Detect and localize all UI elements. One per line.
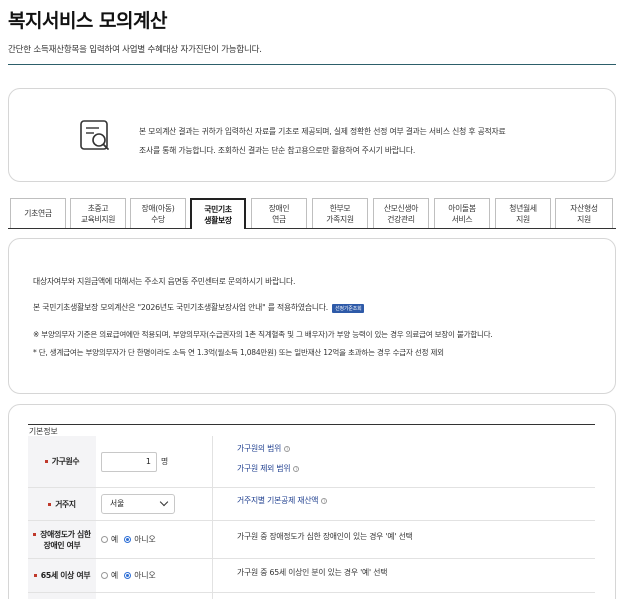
info-line-2-text: 본 국민기초생활보장 모의계산은 "2026년도 국민기초생활보장사업 안내" … [33,303,329,312]
household-scope-text: 가구원의 범위 [237,444,282,453]
tab-label: 지원 [577,214,591,224]
notice-box: 본 모의계산 결과는 귀하가 입력하신 자료를 기초로 제공되며, 실제 정확한… [8,88,616,182]
household-scope-link[interactable]: 가구원의 범위? [237,443,595,454]
tab-label: 지원 [516,214,530,224]
senior-help: 가구원 중 65세 이상인 분이 있는 경우 '예' 선택 [212,559,595,592]
household-size-label-text: 가구원수 [51,457,80,466]
senior-label: 65세 이상 여부 [28,559,96,592]
service-tabs: 기초연금 초중고 교육비지원 장애(아동) 수당 국민기초 생활보장 장애인 연금 한부… [10,198,613,229]
tab-disability-pension[interactable]: 장애인 연금 [251,198,307,228]
senior-label-text: 65세 이상 여부 [40,571,91,580]
household-size-label: 가구원수 [28,436,96,487]
tab-label: 교육비지원 [80,214,116,224]
help-icon: ? [284,446,291,452]
severe-disability-label-line2: 장애인 여부 [43,540,81,550]
notice-line-1: 본 모의계산 결과는 귀하가 입력하신 자료를 기초로 제공되며, 실제 정확한… [139,127,506,136]
tab-label: 산모신생아 [383,203,419,213]
severe-disability-yes-radio[interactable] [101,536,108,543]
household-exclusion-text: 가구원 제외 범위 [237,464,291,473]
row-household-size: 가구원수 1 명 가구원의 범위? 가구원 제외 범위? [28,436,595,488]
tab-label: 기초연금 [24,209,52,218]
senior-yes-radio[interactable] [101,572,108,579]
tab-label: 자산형성 [570,203,598,213]
senior-yes-label[interactable]: 예 [111,570,118,581]
tab-label: 서비스 [451,214,473,224]
info-line-3: ※ 부양의무자 기준은 의료급여에만 적용되며, 부양의무자(수급권자의 1촌 … [33,330,493,339]
residence-select[interactable]: 서울 [101,494,175,514]
tab-basic-pension[interactable]: 기초연금 [10,198,66,228]
chevron-down-icon [159,497,169,507]
tab-child-care[interactable]: 아이돌봄 서비스 [434,198,490,228]
tab-label: 장애(아동) [141,203,175,213]
page-title: 복지서비스 모의계산 [8,10,167,32]
tab-youth-rent[interactable]: 청년월세 지원 [495,198,551,228]
tab-label: 수당 [151,214,165,224]
severe-disability-label-line1: 장애정도가 심한 [40,529,91,539]
required-bullet [48,502,52,506]
row-residence: 거주지 서울 거주지별 기본공제 재산액? [28,488,595,521]
residence-label-text: 거주지 [55,499,76,509]
household-exclusion-link[interactable]: 가구원 제외 범위? [237,463,595,474]
household-help: 가구원의 범위? 가구원 제외 범위? [212,436,595,487]
senior-no-radio[interactable] [124,572,132,579]
residence-deduction-link[interactable]: 거주지별 기본공제 재산액? [237,495,595,506]
household-size-cell: 1 명 [96,436,212,487]
residence-deduction-text: 거주지별 기본공제 재산액 [237,496,319,505]
household-size-unit: 명 [161,457,169,466]
help-icon: ? [293,466,300,472]
tab-single-parent[interactable]: 한부모 가족지원 [312,198,368,228]
senior-no-label[interactable]: 아니오 [134,570,156,581]
title-divider [8,64,616,65]
tab-label: 아이돌봄 [448,203,476,213]
required-bullet [44,460,48,463]
severe-disability-yes-label[interactable]: 예 [111,534,118,545]
severe-disability-no-radio[interactable] [124,536,132,543]
residence-cell: 서울 [96,488,212,520]
required-bullet [33,574,37,577]
row-senior: 65세 이상 여부 예 아니오 가구원 중 65세 이상인 분이 있는 경우 '… [28,559,595,593]
household-size-input[interactable]: 1 [101,451,157,472]
tab-label: 초중고 [87,203,109,213]
tab-label: 건강관리 [387,214,415,224]
info-line-4: * 단, 생계급여는 부양의무자가 단 한명이라도 소득 연 1.3억(월소득 … [33,348,444,357]
page-description: 간단한 소득재산항목을 입력하여 사업별 수혜대상 자가진단이 가능합니다. [8,45,262,55]
severe-disability-label: 장애정도가 심한 장애인 여부 [28,521,96,558]
criteria-lookup-button[interactable]: 선정기준조회 [332,303,365,313]
tab-asset-building[interactable]: 자산형성 지원 [555,198,613,228]
tab-label: 생활보장 [204,215,232,225]
severe-disability-help: 가구원 중 장애정도가 심한 장애인이 있는 경우 '예' 선택 [212,521,595,558]
residence-help: 거주지별 기본공제 재산액? [212,488,595,520]
row-next [28,593,595,599]
senior-cell: 예 아니오 [96,559,212,592]
severe-disability-cell: 예 아니오 [96,521,212,558]
section-divider [28,424,595,425]
residence-label: 거주지 [28,488,96,520]
row-severe-disability: 장애정도가 심한 장애인 여부 예 아니오 가구원 중 장애정도가 심한 장애인이… [28,521,595,559]
required-bullet [33,533,37,536]
info-line-1: 대상자여부와 지원금액에 대해서는 주소지 읍면동 주민센터로 문의하시기 바랍… [33,277,296,286]
severe-disability-radio-group: 예 아니오 [101,534,162,545]
notice-line-2: 조사를 통해 가능합니다. 조회하신 결과는 단순 참고용으로만 활용하여 주시… [139,146,416,155]
next-row-help [212,593,595,599]
tab-basic-livelihood[interactable]: 국민기초 생활보장 [190,198,246,229]
tab-maternal-newborn[interactable]: 산모신생아 건강관리 [373,198,429,228]
notice-text: 본 모의계산 결과는 귀하가 입력하신 자료를 기초로 제공되며, 실제 정확한… [139,122,539,160]
tab-label: 장애인 [268,203,290,213]
tab-label: 연금 [272,214,286,224]
document-search-icon [80,120,109,150]
tabs-underline [8,228,616,229]
residence-selected-value: 서울 [110,499,125,508]
severe-disability-no-label[interactable]: 아니오 [134,534,156,545]
next-row-label [28,593,96,599]
tab-disability-allowance[interactable]: 장애(아동) 수당 [130,198,186,228]
tab-education-support[interactable]: 초중고 교육비지원 [70,198,126,228]
help-icon: ? [321,498,328,504]
info-line-2: 본 국민기초생활보장 모의계산은 "2026년도 국민기초생활보장사업 안내" … [33,302,365,313]
info-box: 대상자여부와 지원금액에 대해서는 주소지 읍면동 주민센터로 문의하시기 바랍… [8,238,616,394]
tab-label: 국민기초 [204,204,232,214]
tab-label: 청년월세 [509,203,537,213]
tab-label: 한부모 [329,203,351,213]
tab-label: 가족지원 [326,214,354,224]
senior-radio-group: 예 아니오 [101,570,162,581]
